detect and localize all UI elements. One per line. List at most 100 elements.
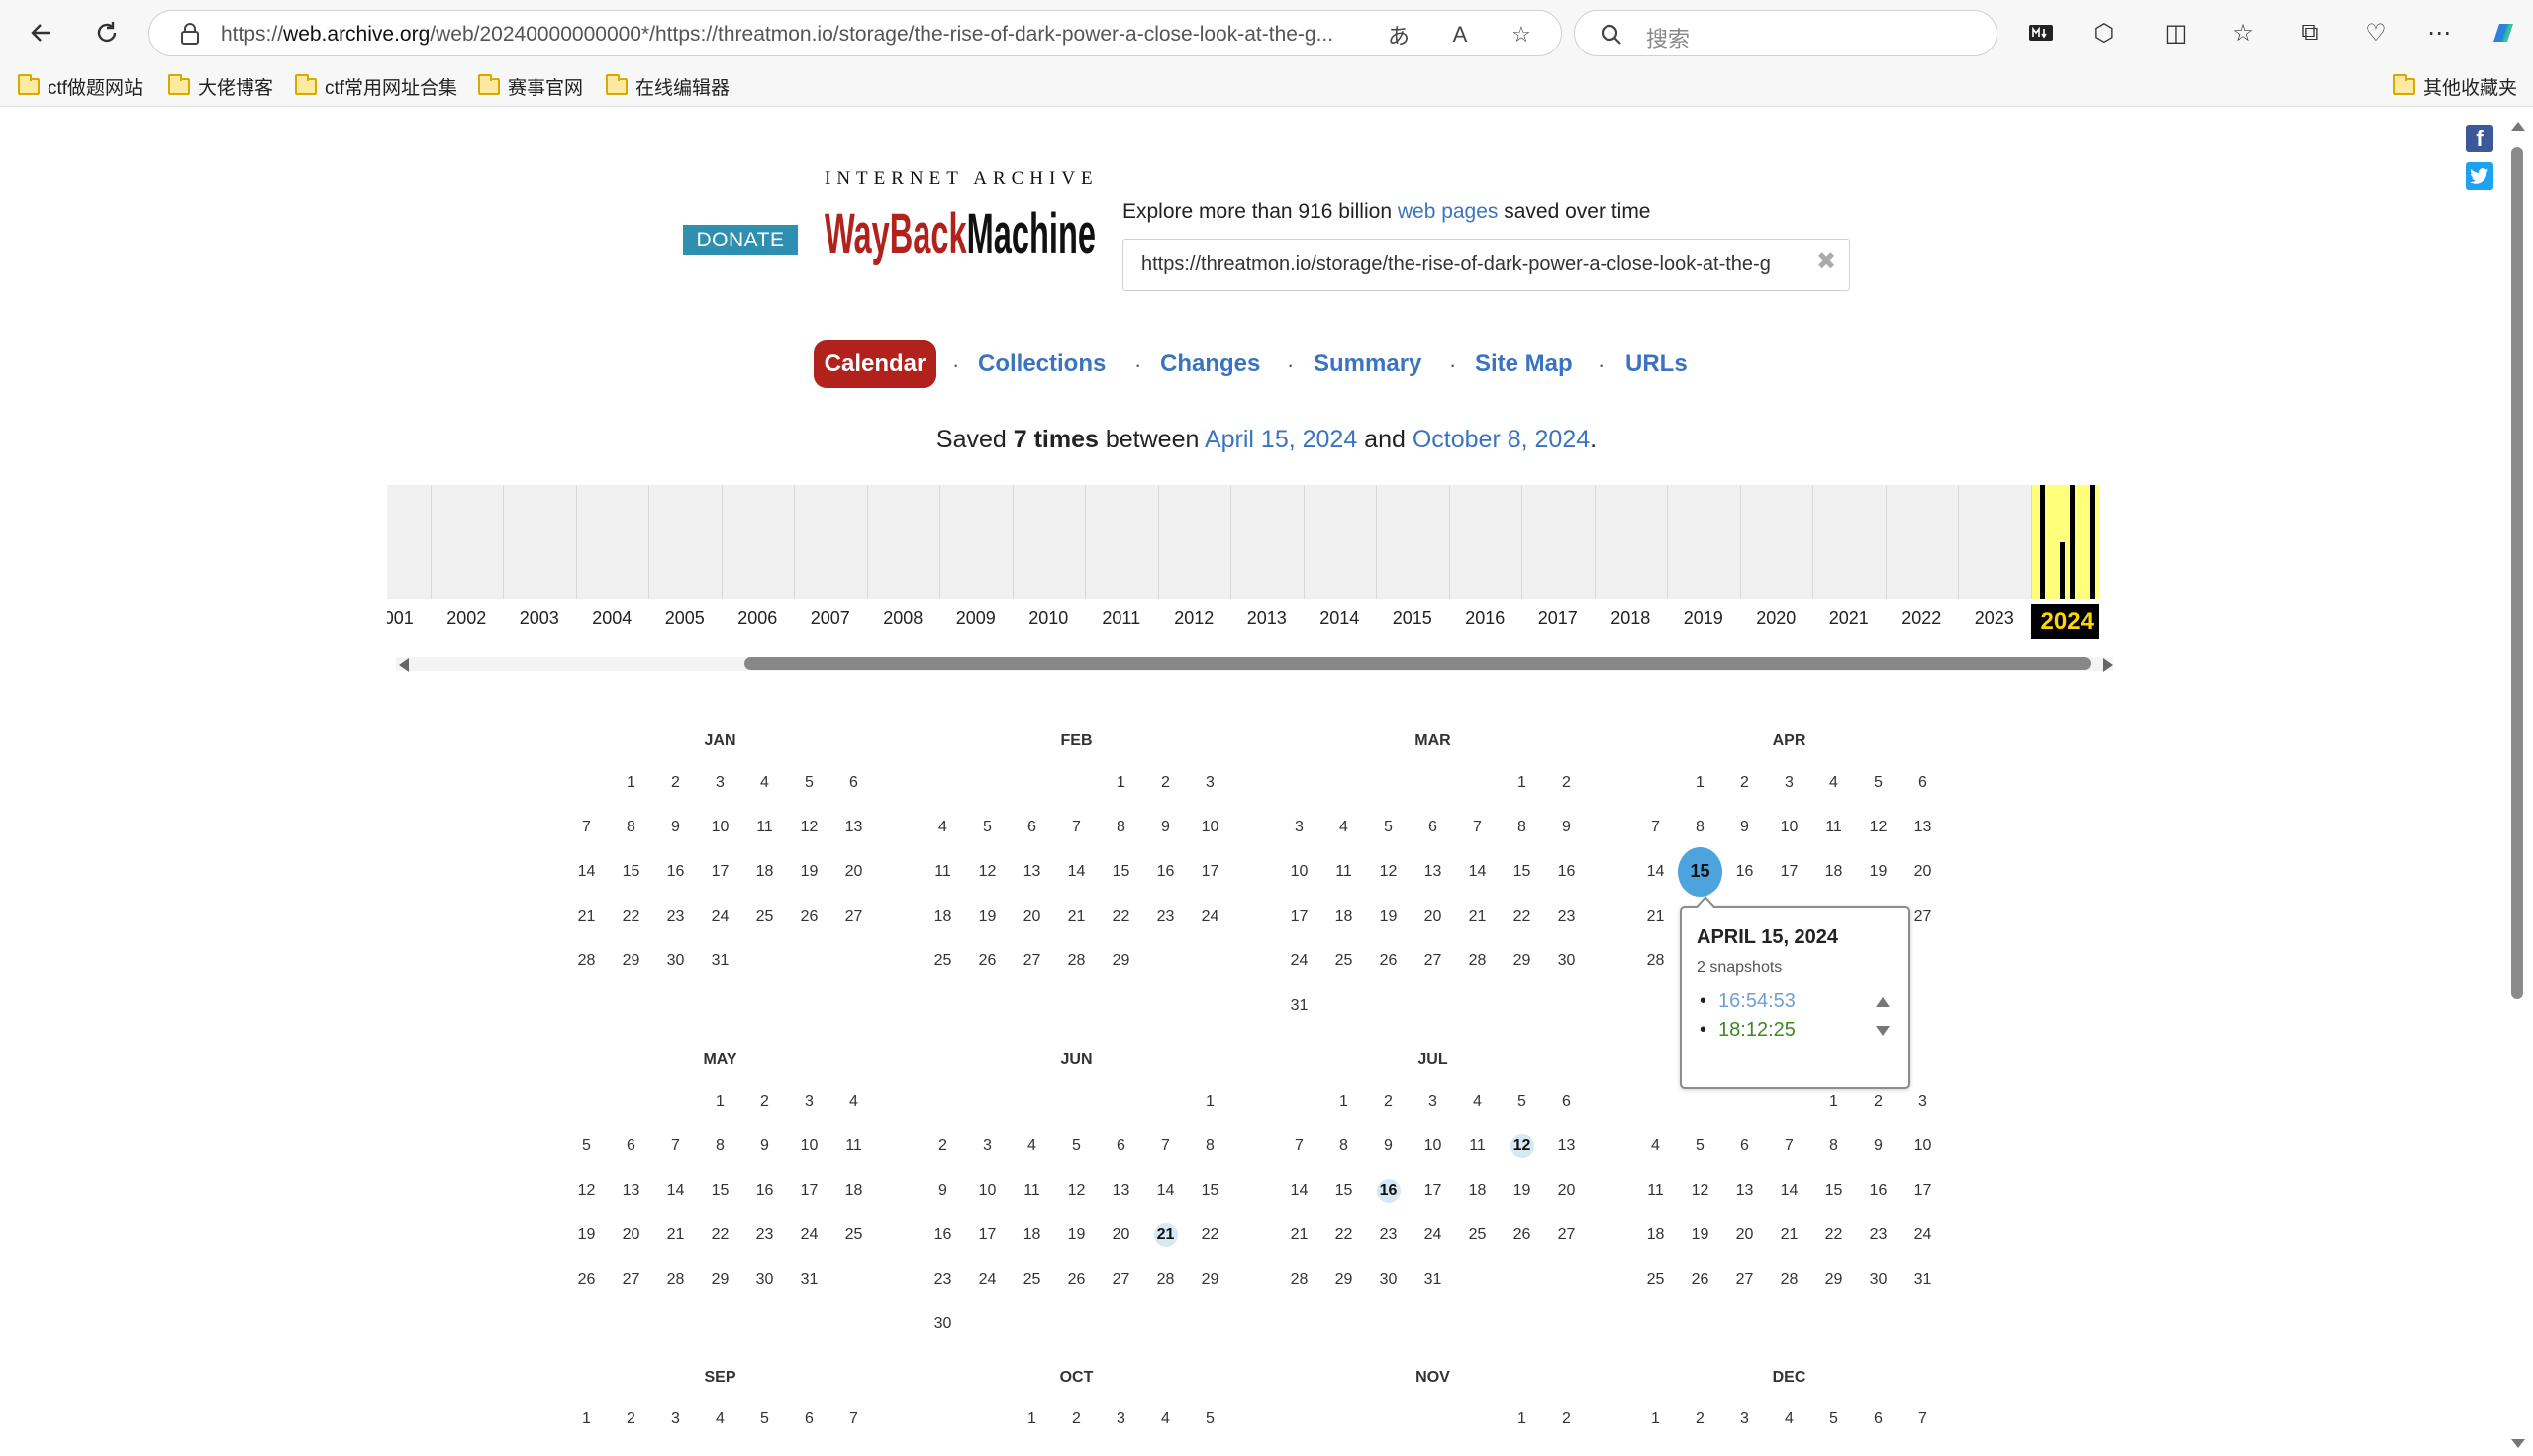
popup-down-icon[interactable] bbox=[1876, 1026, 1890, 1036]
year-label[interactable]: 2001 bbox=[387, 608, 431, 629]
calendar-day-snapshot[interactable]: 12 bbox=[1500, 1123, 1544, 1168]
copilot-icon[interactable] bbox=[2483, 13, 2522, 52]
split-screen-icon[interactable]: ◫ bbox=[2156, 13, 2195, 52]
timeline-scroll-thumb[interactable] bbox=[744, 657, 2091, 670]
bookmark-folder[interactable]: ctf常用网址合集 bbox=[295, 73, 457, 99]
tab-site-map[interactable]: Site Map bbox=[1475, 340, 1573, 388]
timeline-year-2016[interactable] bbox=[1448, 485, 1522, 599]
year-label[interactable]: 2004 bbox=[576, 608, 649, 629]
snapshot-link[interactable]: 18:12:25 bbox=[1700, 1019, 1796, 1042]
timeline-year-2013[interactable] bbox=[1230, 485, 1304, 599]
timeline-year-2004[interactable] bbox=[575, 485, 649, 599]
timeline-year-2023[interactable] bbox=[1958, 485, 2031, 599]
scroll-up-icon[interactable] bbox=[2511, 122, 2525, 131]
timeline-year-2017[interactable] bbox=[1521, 485, 1595, 599]
bookmark-folder[interactable]: 赛事官网 bbox=[478, 73, 583, 99]
favorites-icon[interactable]: ☆ bbox=[2223, 13, 2263, 52]
tab-summary[interactable]: Summary bbox=[1314, 340, 1421, 388]
year-label[interactable]: 2020 bbox=[1740, 608, 1813, 629]
wayback-url-input[interactable]: https://threatmon.io/storage/the-rise-of… bbox=[1122, 239, 1850, 291]
clear-icon[interactable]: ✖ bbox=[1816, 247, 1836, 276]
read-aloud-icon[interactable]: A bbox=[1444, 19, 1476, 50]
year-label[interactable]: 2012 bbox=[1158, 608, 1231, 629]
year-label[interactable]: 2003 bbox=[503, 608, 576, 629]
last-capture-link[interactable]: October 8, 2024 bbox=[1413, 426, 1590, 453]
twitter-icon[interactable] bbox=[2466, 162, 2493, 190]
tab-urls[interactable]: URLs bbox=[1625, 340, 1688, 388]
timeline-year-2024[interactable] bbox=[2030, 485, 2099, 599]
tab-calendar[interactable]: Calendar bbox=[814, 340, 936, 388]
tab-changes[interactable]: Changes bbox=[1160, 340, 1260, 388]
other-bookmarks[interactable]: 其他收藏夹 bbox=[2393, 73, 2517, 99]
timeline-year-2007[interactable] bbox=[794, 485, 867, 599]
timeline-sparkline[interactable] bbox=[387, 485, 2099, 599]
year-label[interactable]: 2024 bbox=[2030, 604, 2099, 639]
bookmark-folder[interactable]: 在线编辑器 bbox=[606, 73, 730, 99]
calendar-day-snapshot[interactable]: 21 bbox=[1143, 1213, 1188, 1257]
timeline-year-2020[interactable] bbox=[1739, 485, 1813, 599]
timeline-scroll-right-icon[interactable] bbox=[2103, 658, 2113, 672]
year-label[interactable]: 2015 bbox=[1376, 608, 1449, 629]
year-label[interactable]: 2022 bbox=[1886, 608, 1959, 629]
year-label[interactable]: 2013 bbox=[1230, 608, 1304, 629]
year-label[interactable]: 2017 bbox=[1521, 608, 1595, 629]
year-label[interactable]: 2011 bbox=[1085, 608, 1158, 629]
timeline-year-2002[interactable] bbox=[430, 485, 504, 599]
page-scrollbar[interactable] bbox=[2501, 108, 2533, 1456]
lock-icon[interactable] bbox=[177, 21, 203, 47]
refresh-icon[interactable] bbox=[87, 13, 127, 52]
year-label[interactable]: 2010 bbox=[1013, 608, 1086, 629]
year-label[interactable]: 2019 bbox=[1667, 608, 1740, 629]
timeline-year-2021[interactable] bbox=[1812, 485, 1886, 599]
timeline-year-2019[interactable] bbox=[1667, 485, 1740, 599]
calendar-day-snapshot[interactable]: 16 bbox=[1366, 1168, 1411, 1213]
timeline-year-2010[interactable] bbox=[1012, 485, 1086, 599]
markdown-extension-icon[interactable] bbox=[2021, 13, 2061, 52]
timeline-year-2014[interactable] bbox=[1303, 485, 1377, 599]
scroll-down-icon[interactable] bbox=[2511, 1439, 2525, 1448]
timeline-year-2001[interactable] bbox=[387, 485, 431, 599]
timeline-year-2011[interactable] bbox=[1085, 485, 1158, 599]
tab-collections[interactable]: Collections bbox=[978, 340, 1106, 388]
facebook-icon[interactable]: f bbox=[2466, 125, 2493, 152]
back-icon[interactable] bbox=[22, 13, 61, 52]
favorite-star-icon[interactable]: ☆ bbox=[1506, 19, 1537, 50]
calendar-day-snapshot[interactable]: 15 bbox=[1678, 846, 1722, 897]
timeline-scroll-left-icon[interactable] bbox=[399, 658, 409, 672]
popup-up-icon[interactable] bbox=[1876, 997, 1890, 1007]
bookmark-folder[interactable]: 大佬博客 bbox=[168, 73, 273, 99]
collections-icon[interactable]: ⧉ bbox=[2290, 13, 2330, 52]
web-pages-link[interactable]: web pages bbox=[1398, 200, 1499, 223]
extensions-icon[interactable]: ⬡ bbox=[2085, 13, 2124, 52]
timeline-year-2012[interactable] bbox=[1157, 485, 1231, 599]
year-label[interactable]: 2018 bbox=[1595, 608, 1668, 629]
snapshot-link[interactable]: 16:54:53 bbox=[1700, 990, 1796, 1013]
year-label[interactable]: 2023 bbox=[1958, 608, 2031, 629]
timeline-year-2015[interactable] bbox=[1376, 485, 1449, 599]
year-label[interactable]: 2002 bbox=[431, 608, 504, 629]
year-label[interactable]: 2007 bbox=[794, 608, 867, 629]
search-box[interactable]: 搜索 bbox=[1574, 10, 1997, 56]
url-text[interactable]: https://web.archive.org/web/202400000000… bbox=[221, 23, 1508, 47]
bookmark-folder[interactable]: ctf做题网站 bbox=[18, 73, 143, 99]
timeline-year-2003[interactable] bbox=[503, 485, 576, 599]
year-label[interactable]: 2006 bbox=[722, 608, 795, 629]
wayback-machine-logo[interactable]: WayBackMachine bbox=[825, 192, 1096, 269]
timeline-year-2006[interactable] bbox=[721, 485, 795, 599]
year-label[interactable]: 2014 bbox=[1304, 608, 1377, 629]
year-label[interactable]: 2008 bbox=[867, 608, 940, 629]
year-label[interactable]: 2009 bbox=[939, 608, 1013, 629]
timeline-year-2018[interactable] bbox=[1594, 485, 1668, 599]
scroll-thumb[interactable] bbox=[2511, 147, 2523, 999]
timeline-year-2005[interactable] bbox=[648, 485, 722, 599]
donate-button[interactable]: DONATE bbox=[683, 225, 798, 255]
year-label[interactable]: 2016 bbox=[1449, 608, 1522, 629]
address-bar[interactable]: https://web.archive.org/web/202400000000… bbox=[148, 10, 1562, 56]
timeline-year-2022[interactable] bbox=[1885, 485, 1959, 599]
timeline-year-2008[interactable] bbox=[866, 485, 940, 599]
browser-essentials-icon[interactable]: ♡ bbox=[2356, 13, 2395, 52]
more-menu-icon[interactable]: ⋯ bbox=[2419, 13, 2459, 52]
timeline-year-2009[interactable] bbox=[939, 485, 1013, 599]
first-capture-link[interactable]: April 15, 2024 bbox=[1205, 426, 1357, 453]
year-label[interactable]: 2005 bbox=[648, 608, 722, 629]
